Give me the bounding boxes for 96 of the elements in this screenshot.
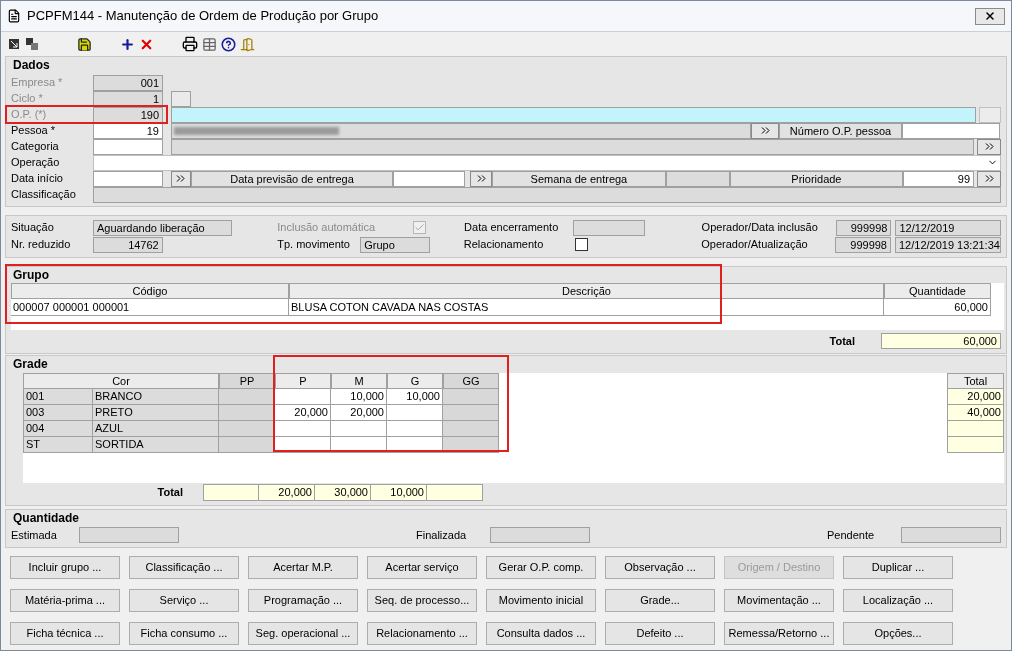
- action-button[interactable]: Relacionamento ...: [367, 622, 477, 645]
- help-icon[interactable]: [221, 36, 236, 52]
- input-field[interactable]: 14762: [93, 236, 163, 253]
- action-button[interactable]: Serviço ...: [129, 589, 239, 612]
- date-field[interactable]: 12/12/2019: [895, 219, 1001, 236]
- input-field[interactable]: [79, 527, 179, 543]
- action-button[interactable]: Duplicar ...: [843, 556, 953, 579]
- checkbox[interactable]: [574, 238, 588, 251]
- action-button[interactable]: Localização ...: [843, 589, 953, 612]
- field-label: Ciclo *: [11, 91, 44, 107]
- column-header[interactable]: G: [387, 372, 443, 389]
- input-field[interactable]: Grupo: [360, 236, 430, 253]
- action-button[interactable]: Opções...: [843, 622, 953, 645]
- table-cell: [427, 484, 483, 501]
- table-cell: 60,000: [884, 299, 991, 316]
- add-icon[interactable]: [120, 36, 135, 52]
- input-field[interactable]: [573, 219, 645, 236]
- small-button[interactable]: [171, 90, 191, 107]
- check-icon: [414, 222, 426, 233]
- windows-icon[interactable]: [25, 37, 39, 51]
- action-button[interactable]: Grade...: [605, 589, 715, 612]
- total-field[interactable]: 60,000: [881, 333, 1001, 349]
- double-chevron-icon: [984, 175, 994, 182]
- printer-icon[interactable]: [182, 36, 198, 52]
- action-button[interactable]: Programação ...: [248, 589, 358, 612]
- column-header[interactable]: Descrição: [289, 283, 884, 299]
- table-cell: BLUSA COTON CAVADA NAS COSTAS: [289, 299, 884, 316]
- field-label: O.P. (*): [11, 107, 48, 123]
- double-chevron-icon: [176, 175, 186, 182]
- input-field[interactable]: [901, 527, 1001, 543]
- double-chevron-icon: [984, 143, 994, 150]
- action-button[interactable]: Consulta dados ...: [486, 622, 596, 645]
- group-title: Grupo: [12, 267, 49, 282]
- field-label: Operador/Atualização: [701, 237, 809, 253]
- action-button[interactable]: Acertar M.P.: [248, 556, 358, 579]
- table-cell: 000007 000001 000001: [11, 299, 289, 316]
- field-label: Estimada: [11, 527, 58, 543]
- column-header[interactable]: P: [275, 372, 331, 389]
- double-chevron-icon: [760, 127, 770, 134]
- action-button[interactable]: Movimento inicial: [486, 589, 596, 612]
- table-cell: 30,000: [315, 484, 371, 501]
- op-description-field[interactable]: [171, 106, 976, 123]
- field-label: Operador/Data inclusão: [701, 220, 819, 236]
- action-button[interactable]: Remessa/Retorno ...: [724, 622, 834, 645]
- column-header[interactable]: Cor: [23, 372, 219, 389]
- field-label: Situação: [11, 220, 55, 236]
- field-label: Pessoa *: [11, 123, 57, 139]
- action-button[interactable]: Ficha consumo ...: [129, 622, 239, 645]
- table-cell: 10,000: [371, 484, 427, 501]
- action-button[interactable]: Movimentação ...: [724, 589, 834, 612]
- action-button[interactable]: Acertar serviço: [367, 556, 477, 579]
- operator-field[interactable]: 999998: [835, 236, 891, 253]
- save-icon[interactable]: [77, 36, 92, 52]
- group-title: Grade: [12, 357, 48, 371]
- column-header[interactable]: Código: [11, 283, 289, 299]
- arrow-icon[interactable]: [7, 37, 21, 51]
- field-label: Pendente: [827, 527, 876, 543]
- column-header[interactable]: Quantidade: [884, 283, 991, 299]
- column-header[interactable]: M: [331, 372, 387, 389]
- total-label: Total: [156, 485, 184, 501]
- total-label: Total: [829, 333, 855, 349]
- field-label: Categoria: [11, 139, 60, 155]
- field-label: Operação: [11, 155, 61, 171]
- status-field[interactable]: Aguardando liberação: [93, 219, 233, 236]
- action-button[interactable]: Classificação ...: [129, 556, 239, 579]
- grid-icon[interactable]: [202, 36, 217, 52]
- field-label: Finalizada: [416, 527, 468, 543]
- double-chevron-icon: [476, 175, 486, 182]
- action-button[interactable]: Ficha técnica ...: [10, 622, 120, 645]
- window-title: PCPFM144 - Manutenção de Ordem de Produção por Grupo: [27, 7, 379, 26]
- action-button[interactable]: Defeito ...: [605, 622, 715, 645]
- group-title: Dados: [12, 58, 50, 72]
- field-label: Classificação: [11, 187, 77, 203]
- close-icon: [984, 10, 996, 22]
- field-label: Data encerramento: [464, 220, 560, 236]
- field-label: Data início: [11, 171, 64, 187]
- field-label: Nr. reduzido: [11, 237, 72, 253]
- close-button[interactable]: [975, 7, 1005, 25]
- date-field[interactable]: 12/12/2019 13:21:34: [895, 236, 1001, 253]
- field-label: Empresa *: [11, 75, 64, 91]
- field-label: Inclusão automática: [277, 220, 377, 236]
- action-button[interactable]: Matéria-prima ...: [10, 589, 120, 612]
- field-label: Tp. movimento: [277, 237, 351, 253]
- action-button[interactable]: Incluir grupo ...: [10, 556, 120, 579]
- action-button[interactable]: Gerar O.P. comp.: [486, 556, 596, 579]
- document-icon: [7, 9, 21, 23]
- action-button[interactable]: Observação ...: [605, 556, 715, 579]
- column-header[interactable]: Total: [947, 372, 1004, 389]
- input-field[interactable]: [490, 527, 590, 543]
- field-label: Relacionamento: [463, 237, 545, 253]
- group-title: Quantidade: [12, 510, 79, 525]
- operator-field[interactable]: 999998: [835, 219, 892, 236]
- table-cell: [203, 484, 259, 501]
- action-button[interactable]: Seq. de processo...: [367, 589, 477, 612]
- action-button[interactable]: Seg. operacional ...: [248, 622, 358, 645]
- table-cell: 20,000: [259, 484, 315, 501]
